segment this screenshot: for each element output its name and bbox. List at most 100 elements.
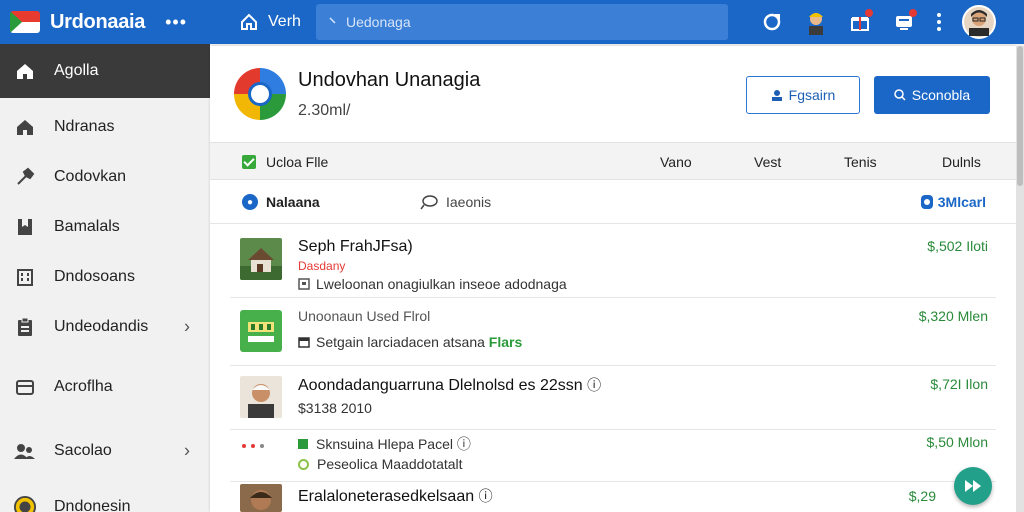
search-bar[interactable] — [316, 4, 728, 40]
folder-icon — [14, 376, 36, 398]
filter-label: Nalaana — [266, 194, 320, 210]
sidebar-item-label: Sacolao — [54, 442, 112, 459]
item-description: Setgain larciadacen atsana Flars — [298, 334, 522, 350]
item-description: Lweloonan onagiulkan inseoe adodnaga — [298, 276, 567, 292]
sidebar-item-label: Acroflha — [54, 378, 113, 395]
page-header: Undovhan Unanagia 2.30ml/ Fgsairn Sconob… — [210, 46, 1016, 142]
list-item[interactable]: Seph FrahJFsa) Dasdany Lweloonan onagiul… — [230, 226, 996, 298]
people-icon — [14, 440, 36, 462]
list-item[interactable]: Sknsuina Hlepa Pacel ⓘ Peseolica Maaddot… — [230, 430, 996, 482]
sidebar-item-bamalals[interactable]: Bamalals — [0, 202, 210, 252]
list-item[interactable]: Aoondadanguarruna Dlelnolsd es 22ssn ⓘ $… — [230, 366, 996, 430]
gift-icon[interactable] — [846, 8, 874, 36]
button-label: Fgsairn — [788, 87, 836, 103]
info-circle-icon[interactable]: ⓘ — [587, 377, 601, 393]
more-icon[interactable]: ••• — [165, 12, 187, 33]
filter-label: Iaeonis — [446, 194, 492, 210]
home-label: Verh — [268, 13, 301, 30]
select-all-checkbox[interactable]: Ucloa Flle — [242, 154, 328, 170]
search-button[interactable]: Sconobla — [874, 76, 990, 114]
list-item[interactable]: Unoonaun Used Flrol Setgain larciadacen … — [230, 298, 996, 366]
green-square-icon — [298, 439, 308, 449]
sidebar-item-label: Undeodandis — [54, 318, 149, 335]
filter-item[interactable]: 3Mlcarl — [920, 194, 986, 210]
filter-bar: ● Nalaana Iaeonis 3Mlcarl — [210, 180, 1016, 224]
home-link[interactable]: Verh — [240, 13, 316, 31]
info-circle-icon[interactable]: ⓘ — [457, 434, 471, 454]
main-panel: Undovhan Unanagia 2.30ml/ Fgsairn Sconob… — [210, 46, 1016, 512]
button-label: Sconobla — [911, 87, 971, 103]
item-description: Peseolica Maaddotatalt — [298, 456, 463, 472]
item-description: $3138 2010 — [298, 400, 372, 416]
column-header[interactable]: Dulnls — [942, 154, 981, 170]
coin-icon — [14, 496, 36, 512]
highlight-text: Flars — [488, 334, 523, 350]
sidebar-item-agolla[interactable]: Agolla — [0, 44, 210, 98]
house-thumbnail — [240, 238, 282, 280]
fab-play-button[interactable] — [954, 467, 992, 505]
title-text: Aoondadanguarruna Dlelnolsd es 22ssn — [298, 377, 583, 394]
chat-icon — [420, 195, 438, 210]
sidebar-item-acroflha[interactable]: Acroflha — [0, 362, 210, 412]
sidebar-item-sacolao[interactable]: Sacolao › — [0, 426, 210, 476]
item-title: Eralaloneterasedkelsaan ⓘ — [298, 486, 493, 506]
user-avatar[interactable] — [962, 5, 996, 39]
sidebar-item-ndranas[interactable]: Ndranas — [0, 102, 210, 152]
search-icon — [894, 89, 906, 101]
item-title: Unoonaun Used Flrol — [298, 308, 431, 324]
sidebar-item-label: Bamalals — [54, 218, 120, 235]
filter-item[interactable]: Iaeonis — [420, 194, 491, 210]
notifications-icon[interactable] — [890, 8, 918, 36]
item-price: $,320 Mlen — [918, 308, 988, 324]
chevron-right-icon: › — [184, 440, 190, 461]
item-price: $,29 — [908, 488, 936, 504]
list-item[interactable]: Eralaloneterasedkelsaan ⓘ $,29 — [230, 482, 996, 512]
description-text: Setgain larciadacen atsana — [316, 334, 485, 350]
filter-item[interactable]: ● Nalaana — [242, 194, 320, 210]
search-input[interactable] — [346, 14, 706, 30]
scrollbar-thumb[interactable] — [1017, 46, 1023, 186]
kebab-menu-icon[interactable] — [934, 8, 944, 36]
item-price: $,72I Ilon — [930, 376, 988, 392]
filter-label: 3Mlcarl — [937, 194, 986, 210]
worker-avatar-icon[interactable] — [802, 8, 830, 36]
page-title: Undovhan Unanagia — [298, 68, 481, 91]
item-price: $,50 Mlon — [926, 434, 988, 450]
app-logo — [234, 68, 286, 120]
person-thumbnail — [240, 484, 282, 512]
title-text: Sknsuina Hlepa Pacel — [316, 436, 453, 452]
item-tag: Dasdany — [298, 259, 346, 273]
wrench-icon — [14, 166, 36, 188]
person-thumbnail — [240, 376, 282, 418]
item-title: Aoondadanguarruna Dlelnolsd es 22ssn ⓘ — [298, 375, 601, 395]
person-icon — [771, 90, 782, 101]
sidebar-item-label: Dndosoans — [54, 268, 135, 285]
brand-name: Urdonaaia — [50, 10, 146, 33]
sidebar-item-dndonesin[interactable]: Dndonesin — [0, 482, 210, 512]
column-header[interactable]: Vest — [754, 154, 781, 170]
building-icon — [14, 266, 36, 288]
sidebar-item-label: Dndonesin — [54, 498, 131, 512]
top-bar: Urdonaaia ••• Verh — [0, 0, 1024, 44]
flag-icon — [10, 11, 40, 33]
select-label: Ucloa Flle — [266, 154, 329, 170]
sidebar-item-undeodandis[interactable]: Undeodandis › — [0, 302, 210, 352]
column-header[interactable]: Tenis — [844, 154, 877, 170]
person-button[interactable]: Fgsairn — [746, 76, 860, 114]
refresh-icon[interactable] — [758, 8, 786, 36]
brand[interactable]: Urdonaaia ••• — [0, 0, 210, 44]
clipboard-icon — [14, 316, 36, 338]
item-title: Sknsuina Hlepa Pacel ⓘ — [298, 434, 471, 454]
bookmark-icon — [14, 216, 36, 238]
ticket-thumbnail — [240, 310, 282, 352]
chevron-right-icon: › — [184, 316, 190, 337]
home-icon — [14, 60, 36, 82]
info-badge-icon — [920, 195, 933, 209]
column-header-bar: Ucloa Flle Vano Vest Tenis Dulnls — [210, 142, 1016, 180]
sidebar-item-codovkan[interactable]: Codovkan — [0, 152, 210, 202]
info-circle-icon[interactable]: ⓘ — [479, 488, 493, 504]
sidebar-item-dndosoans[interactable]: Dndosoans — [0, 252, 210, 302]
fast-forward-icon — [965, 480, 981, 492]
column-header[interactable]: Vano — [660, 154, 692, 170]
sidebar-item-label: Ndranas — [54, 118, 115, 135]
